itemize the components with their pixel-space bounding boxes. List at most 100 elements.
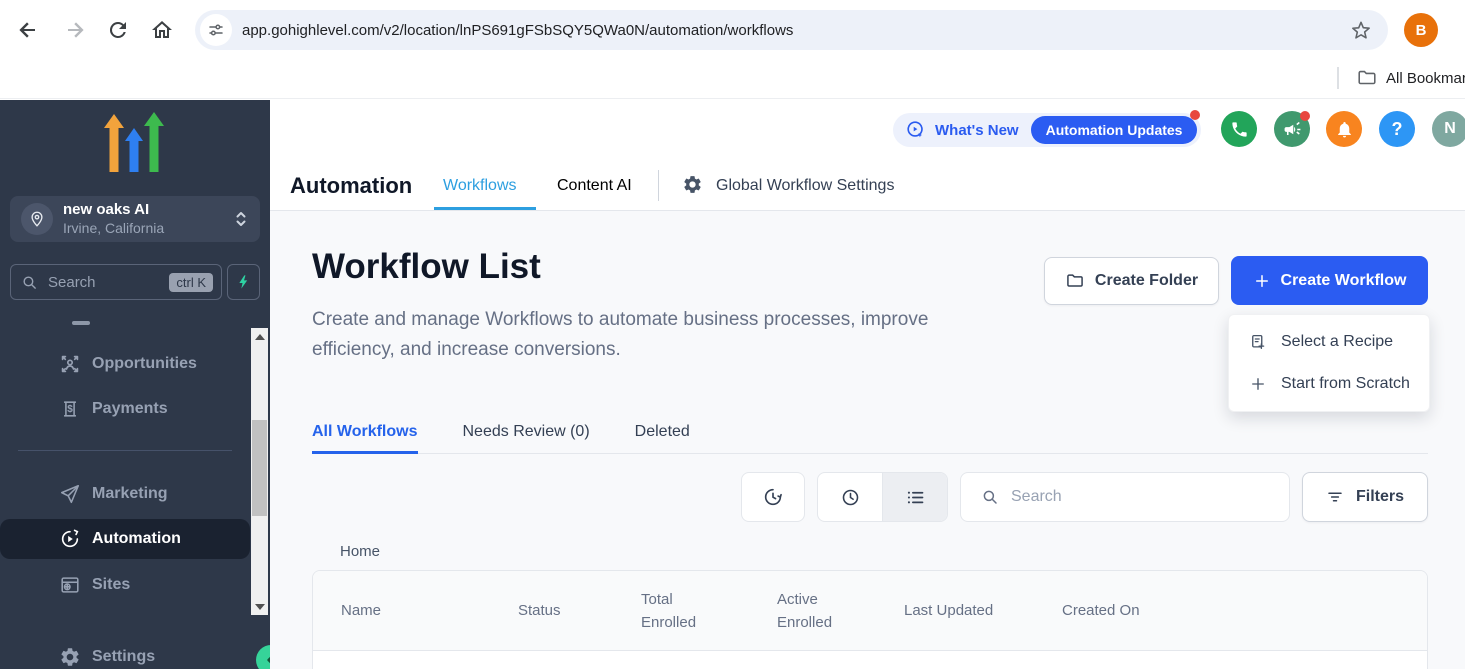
quick-actions-button[interactable] [227,264,260,300]
sidebar-item-settings[interactable]: Settings [0,638,250,669]
sidebar-search-input[interactable] [46,273,154,292]
forward-icon[interactable] [63,18,87,42]
automation-updates-label: Automation Updates [1046,122,1183,138]
page-header: Automation Workflows Content AI Global W… [270,160,1465,211]
view-toggle [817,472,948,522]
account-switcher[interactable]: new oaks AI Irvine, California [10,196,260,242]
workflow-search-input[interactable] [1009,487,1249,507]
user-avatar[interactable]: N [1432,111,1465,147]
scrollbar-up-arrow[interactable] [251,328,268,345]
svg-text:$: $ [67,404,73,415]
scrollbar-down-arrow[interactable] [251,598,268,615]
list-view-button[interactable] [883,473,947,521]
plus-icon [1249,375,1267,393]
account-name: new oaks AI [63,201,164,220]
automation-icon [58,528,82,550]
sidebar-item-label: Opportunities [92,355,197,373]
home-icon[interactable] [150,18,174,42]
phone-button[interactable] [1221,111,1257,147]
account-location: Irvine, California [63,220,164,238]
help-button[interactable]: ? [1379,111,1415,147]
bell-icon [1335,120,1354,139]
table-header-row: Name Status Total Enrolled Active Enroll… [313,571,1427,651]
settings-gear-icon[interactable] [682,174,703,195]
browser-profile-avatar[interactable]: B [1404,13,1438,47]
gear-icon [58,646,82,668]
workflow-search[interactable] [960,472,1290,522]
opportunities-icon [58,353,82,375]
phone-icon [1230,120,1249,139]
clock-icon [840,487,861,508]
profile-initial: B [1416,22,1427,39]
sidebar-search[interactable]: ctrl K [10,264,222,300]
site-settings-icon[interactable] [200,14,232,46]
global-workflow-settings-link[interactable]: Global Workflow Settings [716,177,894,195]
scrollbar-thumb[interactable] [252,420,267,516]
paper-plane-icon [58,483,82,505]
automation-updates-badge[interactable]: Automation Updates [1031,116,1198,144]
create-workflow-button[interactable]: Create Workflow [1231,256,1428,305]
tab-all-workflows[interactable]: All Workflows [312,415,418,453]
column-header-created-on: Created On [1062,599,1140,622]
whats-new-button[interactable]: What's New Automation Updates [893,113,1201,147]
tab-needs-review[interactable]: Needs Review (0) [463,415,590,453]
chevron-up-down-icon [234,209,248,229]
menu-item-label: Start from Scratch [1281,375,1410,393]
filter-icon [1326,488,1344,506]
menu-item-start-from-scratch[interactable]: Start from Scratch [1229,363,1429,405]
sidebar-item-opportunities[interactable]: Opportunities [0,345,250,383]
folder-icon [1356,67,1378,89]
back-icon[interactable] [16,18,40,42]
column-header-status: Status [518,599,641,622]
sidebar-item-marketing[interactable]: Marketing [0,475,250,513]
avatar-initial: N [1444,120,1456,138]
search-icon [21,274,38,291]
whats-new-label: What's New [935,122,1019,139]
history-clock-icon [762,486,784,508]
column-header-active-enrolled: Active Enrolled [777,588,904,634]
notification-dot [1300,111,1310,121]
bookmark-star-icon[interactable] [1350,19,1372,41]
screen: app.gohighlevel.com/v2/location/lnPS691g… [0,0,1465,669]
all-bookmarks-label: All Bookmarks [1386,70,1465,87]
breadcrumb[interactable]: Home [340,543,380,560]
scrolled-item-remnant [72,321,90,325]
workflow-list-title: Workflow List [312,247,541,287]
execution-logs-button[interactable] [741,472,805,522]
tab-content-ai[interactable]: Content AI [557,177,632,195]
announcements-button[interactable] [1274,111,1310,147]
column-header-name: Name [341,599,518,622]
sidebar-item-label: Marketing [92,485,168,503]
all-bookmarks-button[interactable]: All Bookmarks [1356,67,1465,89]
workflow-table: Name Status Total Enrolled Active Enroll… [312,570,1428,669]
menu-item-select-recipe[interactable]: Select a Recipe [1229,321,1429,363]
list-icon [905,487,926,508]
create-workflow-menu: Select a Recipe Start from Scratch [1228,314,1430,412]
filters-button[interactable]: Filters [1302,472,1428,522]
sidebar-item-automation[interactable]: Automation [0,519,250,559]
location-pin-icon [21,203,53,235]
sidebar-scrollbar[interactable] [251,328,268,615]
column-header-total-enrolled: Total Enrolled [641,588,777,634]
sidebar: new oaks AI Irvine, California ctrl K Op… [0,100,270,669]
sidebar-item-label: Sites [92,576,130,594]
reload-icon[interactable] [106,18,130,42]
question-mark-icon: ? [1392,119,1403,140]
sidebar-item-payments[interactable]: $ Payments [0,390,250,428]
sidebar-item-label: Payments [92,400,168,418]
browser-chrome: app.gohighlevel.com/v2/location/lnPS691g… [0,0,1465,100]
header-divider [658,170,659,201]
sidebar-item-sites[interactable]: Sites [0,566,250,604]
keyboard-shortcut-badge: ctrl K [169,273,213,292]
payments-icon: $ [58,398,82,420]
megaphone-icon [1283,120,1302,139]
search-icon [981,488,999,506]
create-folder-label: Create Folder [1095,272,1198,290]
create-folder-button[interactable]: Create Folder [1044,257,1219,305]
tab-workflows[interactable]: Workflows [443,177,517,195]
notifications-button[interactable] [1326,111,1362,147]
main-area: What's New Automation Updates ? N Automa… [270,100,1465,669]
tab-deleted[interactable]: Deleted [635,415,690,453]
address-bar[interactable]: app.gohighlevel.com/v2/location/lnPS691g… [195,10,1388,50]
history-view-button[interactable] [818,473,882,521]
